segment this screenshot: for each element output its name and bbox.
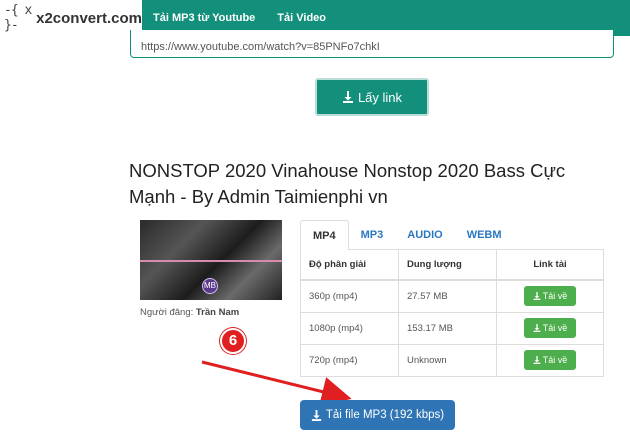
tab-mp3[interactable]: MP3 (349, 220, 396, 250)
table-row: 360p (mp4) 27.57 MB Tải về (300, 279, 604, 312)
video-thumbnail: MB (140, 220, 282, 300)
step-marker: 6 (220, 328, 246, 354)
cell-resolution: 720p (mp4) (300, 343, 399, 376)
logo-text: x2convert.com (36, 9, 142, 27)
download-button[interactable]: Tải về (524, 350, 576, 370)
video-title: NONSTOP 2020 Vinahouse Nonstop 2020 Bass… (129, 160, 566, 207)
tab-webm[interactable]: WEBM (455, 220, 514, 250)
uploader-info: Người đăng: Trần Nam (140, 307, 239, 318)
uploader-name: Trần Nam (195, 307, 240, 318)
download-icon (533, 324, 541, 332)
get-link-label: Lấy link (357, 89, 403, 105)
download-button[interactable]: Tải về (524, 286, 576, 307)
site-logo[interactable]: -{ x }- x2convert.com (0, 0, 142, 36)
download-button[interactable]: Tải về (524, 318, 576, 338)
download-icon (533, 356, 541, 364)
tab-audio[interactable]: AUDIO (395, 220, 454, 250)
header-resolution: Độ phân giải (300, 250, 399, 281)
download-label: Tải về (542, 323, 568, 333)
header-size: Dung lượng (398, 250, 497, 281)
cell-size: 153.17 MB (398, 311, 497, 344)
cell-resolution: 1080p (mp4) (300, 311, 399, 344)
uploader-label: Người đăng: (140, 307, 194, 318)
download-icon (342, 91, 353, 103)
thumbnail-band (140, 260, 282, 262)
download-label: Tải về (542, 355, 568, 365)
table-row: 1080p (mp4) 153.17 MB Tải về (300, 311, 604, 344)
url-input[interactable] (130, 30, 614, 58)
mp3-button-label: Tải file MP3 (192 kbps) (325, 409, 445, 421)
cell-size: 27.57 MB (398, 279, 497, 312)
cell-resolution: 360p (mp4) (300, 279, 399, 312)
table-row: 720p (mp4) Unknown Tải về (300, 343, 604, 376)
download-mp3-button[interactable]: Tải file MP3 (192 kbps) (300, 400, 455, 430)
download-table: Độ phân giải Dung lượng Link tải 360p (m… (300, 250, 604, 377)
header-link: Link tải (496, 250, 604, 281)
download-label: Tải về (542, 291, 568, 302)
download-icon (533, 292, 541, 301)
table-header-row: Độ phân giải Dung lượng Link tải (300, 250, 604, 281)
format-tabs: MP4 MP3 AUDIO WEBM (300, 220, 604, 251)
nav-mp3-youtube[interactable]: Tải MP3 từ Youtube (153, 12, 255, 24)
nav-video-download[interactable]: Tải Video (277, 12, 326, 24)
cell-size: Unknown (398, 343, 497, 376)
get-link-button[interactable]: Lấy link (315, 78, 429, 116)
thumbnail-badge: MB (202, 278, 218, 294)
logo-mark: -{ x }- (4, 3, 32, 33)
download-icon (311, 409, 321, 421)
tab-mp4[interactable]: MP4 (300, 220, 349, 251)
